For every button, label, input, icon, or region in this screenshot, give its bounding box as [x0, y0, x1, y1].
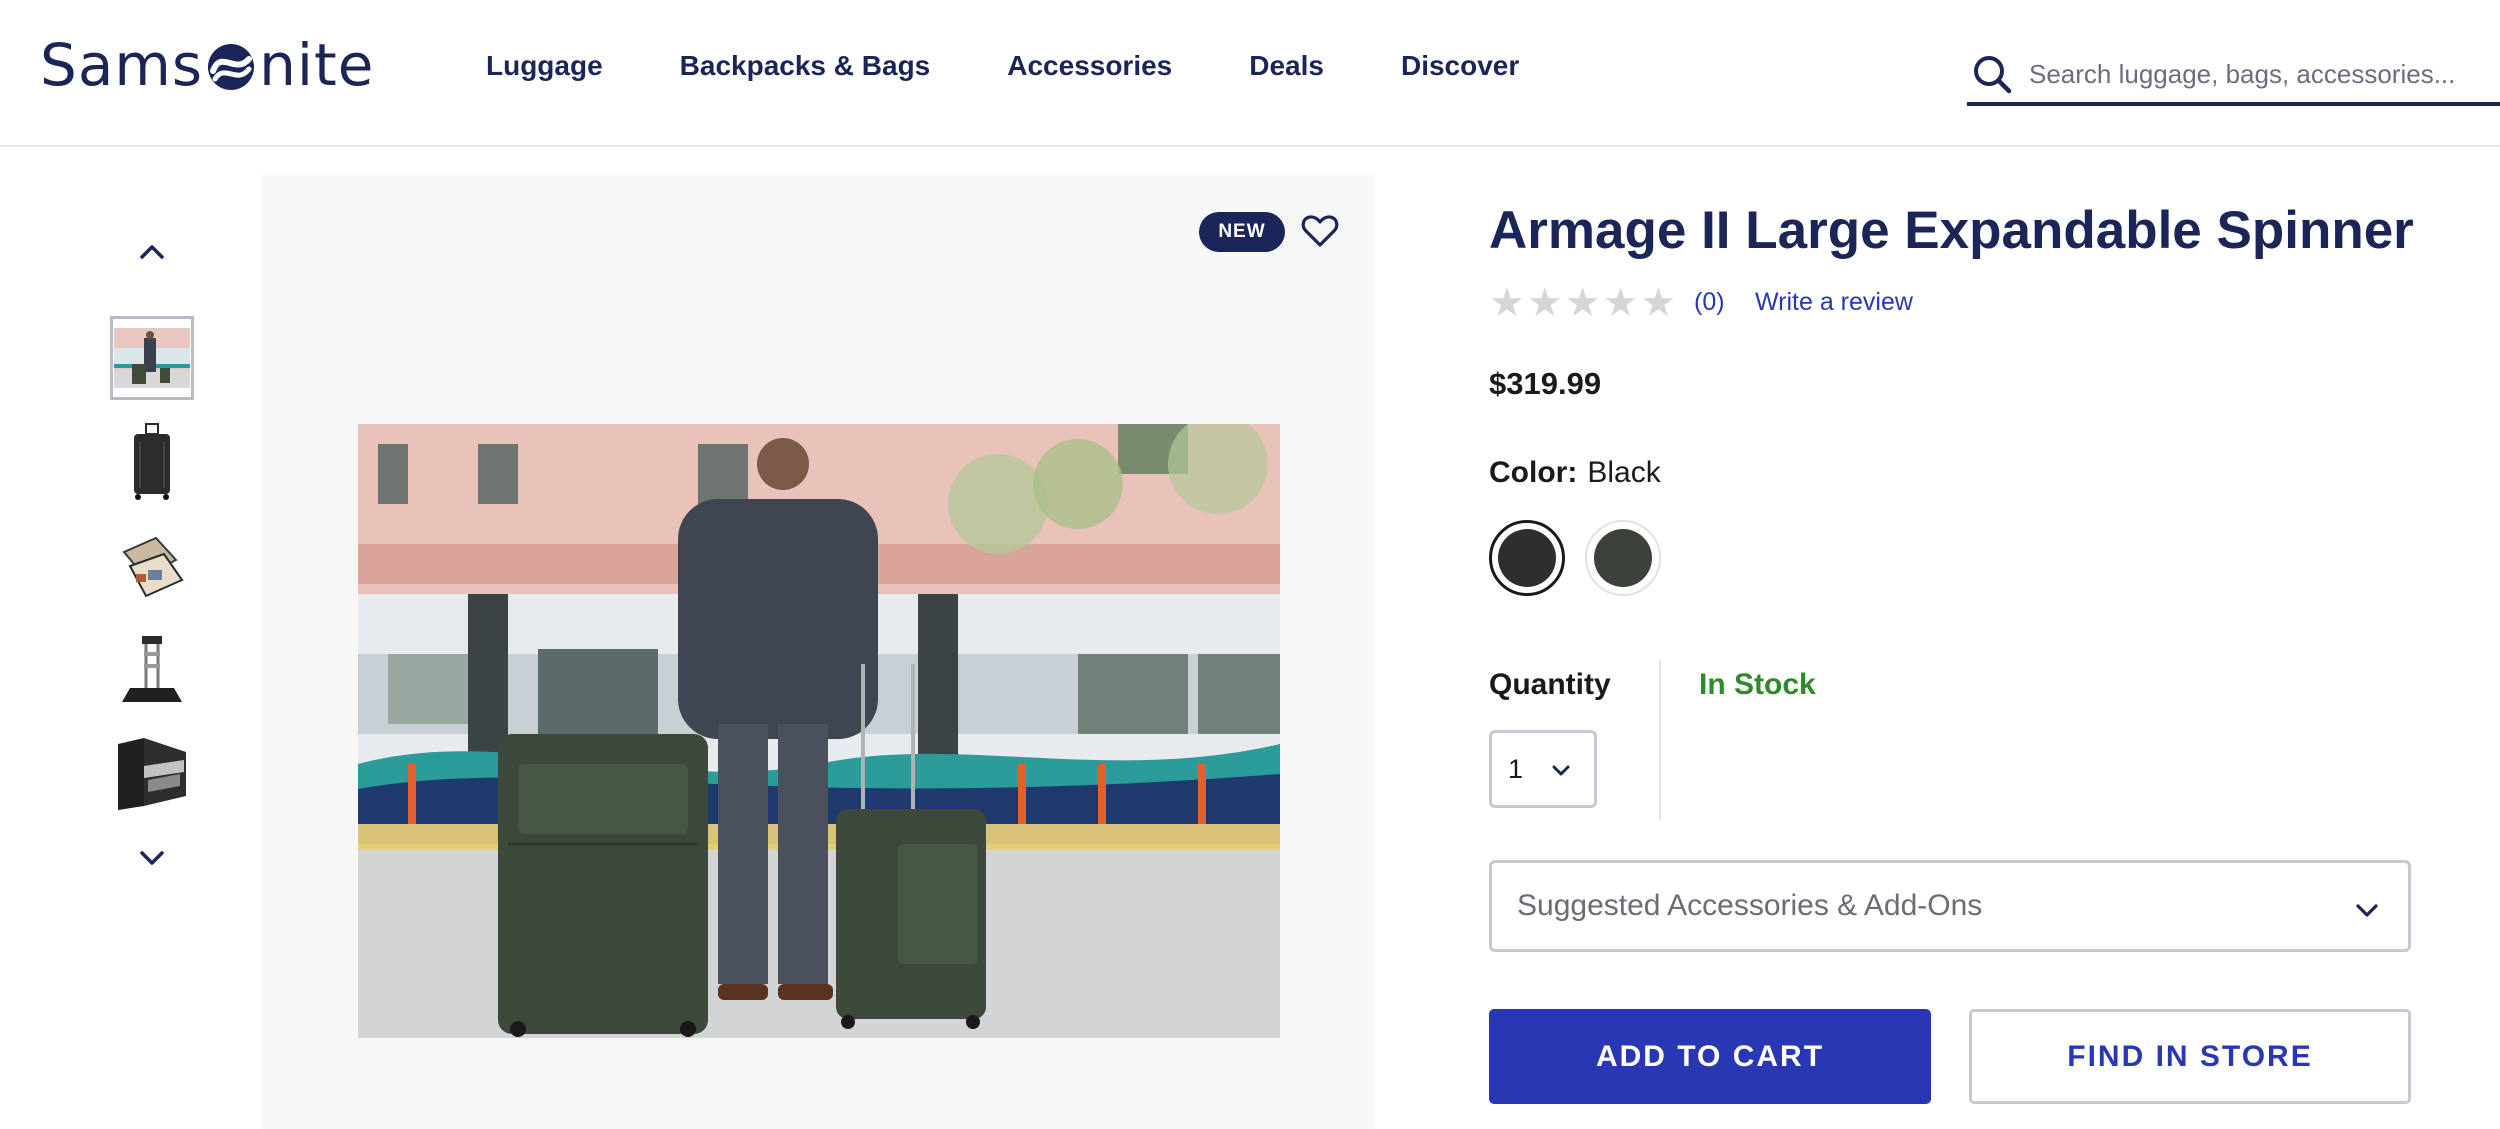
- vertical-divider: [1659, 660, 1661, 820]
- main-nav: Luggage Backpacks & Bags Accessories Dea…: [486, 50, 1596, 82]
- nav-item-accessories[interactable]: Accessories: [1007, 50, 1172, 82]
- chevron-down-icon: [1552, 765, 1570, 776]
- chevron-up-icon: [140, 245, 164, 259]
- add-to-cart-button[interactable]: ADD TO CART: [1489, 1009, 1931, 1104]
- thumbnail-open[interactable]: [110, 524, 194, 608]
- star-icon: ★: [1640, 281, 1677, 325]
- suitcase-interior-image: [118, 738, 186, 810]
- color-swatch-black[interactable]: [1489, 520, 1565, 596]
- quantity-value: 1: [1508, 753, 1524, 784]
- product-price: $319.99: [1489, 366, 1602, 401]
- lifestyle-photo: [358, 424, 1280, 1038]
- search-bar: [1967, 46, 2500, 106]
- quantity-label: Quantity: [1489, 668, 1611, 701]
- star-rating[interactable]: ★ ★ ★ ★ ★: [1489, 283, 1678, 323]
- nav-item-deals[interactable]: Deals: [1249, 50, 1324, 82]
- suitcase-back-image: [122, 636, 182, 702]
- samsonite-logo[interactable]: Sams nite: [40, 30, 374, 100]
- site-header: Sams nite Luggage Backpacks & Bags Acces…: [0, 0, 2500, 147]
- swatch-green-dot: [1594, 529, 1652, 587]
- find-in-store-button[interactable]: FIND IN STORE: [1969, 1009, 2411, 1104]
- nav-item-discover[interactable]: Discover: [1401, 50, 1519, 82]
- thumbnail-strip: [100, 230, 204, 880]
- swatch-black-dot: [1498, 529, 1556, 587]
- chevron-down-icon: [140, 851, 164, 865]
- suggested-accessories-dropdown[interactable]: Suggested Accessories & Add-Ons: [1489, 860, 2411, 952]
- suitcase-open-image: [122, 536, 184, 598]
- color-swatch-green[interactable]: [1585, 520, 1661, 596]
- product-image-panel: NEW: [262, 175, 1374, 1129]
- samsonite-swirl-icon: [208, 44, 255, 90]
- selected-color-name: Black: [1587, 456, 1661, 489]
- suitcase-front-image: [134, 423, 170, 500]
- write-review-link[interactable]: Write a review: [1755, 288, 1913, 317]
- star-icon: ★: [1564, 281, 1601, 325]
- stock-status: In Stock: [1699, 668, 1816, 701]
- thumbnail-down-button[interactable]: [100, 836, 204, 880]
- thumbnail-lifestyle[interactable]: [110, 316, 194, 400]
- star-icon: ★: [1602, 281, 1639, 325]
- lifestyle-thumbnail-image: [114, 328, 190, 388]
- search-icon[interactable]: [1971, 53, 2013, 95]
- nav-item-luggage[interactable]: Luggage: [486, 50, 603, 82]
- thumbnail-back[interactable]: [110, 628, 194, 712]
- nav-item-backpacks-bags[interactable]: Backpacks & Bags: [680, 50, 931, 82]
- color-label: Color:: [1489, 456, 1578, 489]
- logo-text-left: Sams: [40, 31, 204, 99]
- chevron-down-icon: [2356, 904, 2378, 917]
- search-input[interactable]: [2029, 58, 2489, 90]
- color-selection-label: Color: Black: [1489, 456, 1661, 490]
- quantity-select[interactable]: 1: [1489, 730, 1597, 808]
- thumbnail-up-button[interactable]: [100, 230, 204, 274]
- thumbnail-interior[interactable]: [110, 732, 194, 816]
- heart-icon[interactable]: [1300, 211, 1340, 251]
- accessories-label: Suggested Accessories & Add-Ons: [1517, 889, 1983, 922]
- review-count[interactable]: (0): [1694, 288, 1725, 317]
- product-title: Armage II Large Expandable Spinner: [1489, 201, 2414, 260]
- star-icon: ★: [1526, 281, 1563, 325]
- new-badge: NEW: [1199, 212, 1285, 252]
- star-icon: ★: [1489, 281, 1525, 325]
- thumbnail-front[interactable]: [110, 420, 194, 504]
- logo-text-right: nite: [259, 31, 375, 99]
- product-main-image[interactable]: [358, 424, 1280, 1038]
